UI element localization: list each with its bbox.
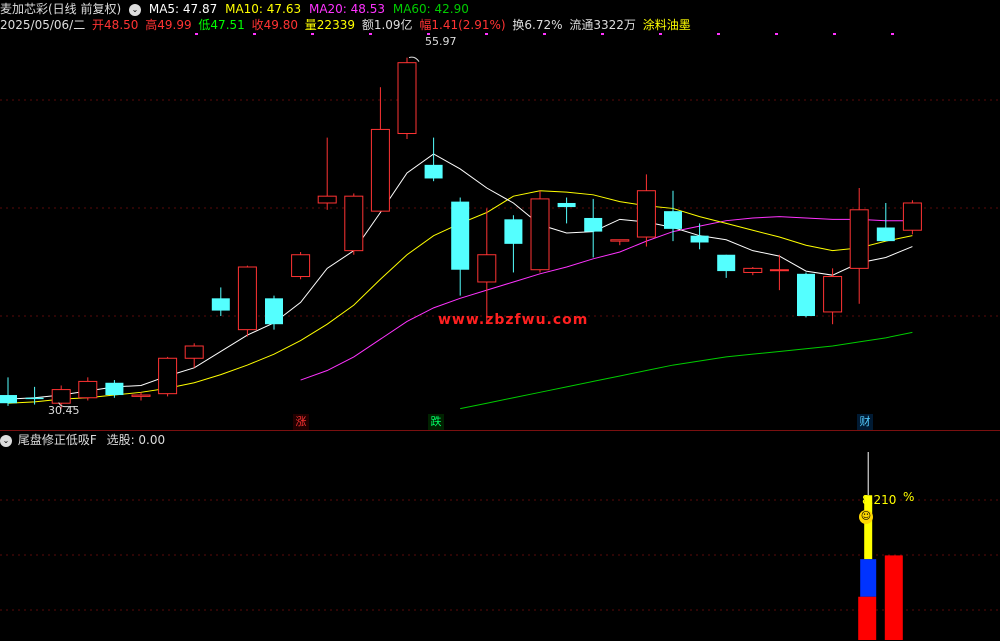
candle-body	[211, 298, 230, 311]
candle-body	[530, 198, 550, 271]
marker-dot	[195, 33, 198, 35]
peak-arrow	[408, 56, 420, 62]
marker-dot	[601, 33, 604, 35]
candle-body	[902, 202, 922, 231]
event-fall-badge[interactable]: 跌	[428, 414, 444, 430]
candle-body	[451, 201, 470, 270]
candle-body	[424, 164, 443, 179]
marker-dot	[833, 33, 836, 35]
ma20-line	[300, 216, 913, 381]
candle-body	[610, 239, 630, 242]
marker-dot	[775, 33, 778, 35]
marker-dot	[369, 33, 372, 35]
candle-body	[344, 195, 364, 252]
candle-body	[664, 211, 682, 229]
event-fin-badge[interactable]: 财	[857, 414, 873, 430]
candle-body	[397, 62, 417, 135]
marker-dot	[659, 33, 662, 35]
candle-body	[51, 389, 71, 404]
indicator-selected: 选股: 0.00	[106, 433, 166, 447]
candle-body	[265, 298, 283, 325]
marker-dot	[891, 33, 894, 35]
candle-body	[876, 227, 895, 242]
candle-body	[797, 273, 815, 317]
candle-body	[131, 394, 151, 397]
indicator-bar-red	[884, 555, 903, 640]
marker-dot	[253, 33, 256, 35]
candle-body	[158, 357, 178, 395]
candle-body	[690, 235, 709, 243]
trough-label: 30.45	[48, 404, 80, 417]
indicator-bar-red	[858, 596, 877, 640]
indicator-title: 尾盘修正低吸F	[17, 433, 97, 447]
candle-body	[849, 209, 869, 269]
marker-dot	[485, 33, 488, 35]
indicator-settings-icon[interactable]: ⌄	[0, 434, 12, 447]
candle-body	[0, 395, 17, 404]
candle-body	[717, 254, 736, 272]
candle-body	[291, 254, 311, 278]
candle-body	[317, 195, 337, 204]
marker-dot	[543, 33, 546, 35]
indicator-header: ⌄ 尾盘修正低吸F 选股: 0.00	[0, 431, 1000, 449]
candle-body	[743, 267, 763, 273]
watermark-text: www.zbzfwu.com	[438, 312, 589, 328]
candle-body	[477, 254, 497, 283]
candle-body	[769, 269, 789, 272]
candle-body	[370, 128, 390, 212]
candle-body	[584, 217, 603, 232]
ma60-line	[460, 331, 913, 410]
marker-dot	[717, 33, 720, 35]
peak-label: 55.97	[425, 35, 457, 48]
candle-body	[105, 382, 124, 396]
candle-body	[184, 345, 204, 359]
smiley-icon: ☺	[859, 510, 873, 524]
candle-body	[823, 276, 843, 313]
candle-body	[557, 202, 576, 208]
candle-body	[504, 219, 523, 244]
event-rise-badge[interactable]: 涨	[293, 414, 309, 430]
marker-dot	[311, 33, 314, 35]
candle-body	[636, 190, 656, 238]
indicator-value: 8.210	[862, 493, 897, 507]
candle-body	[237, 266, 257, 331]
candle-body	[78, 380, 98, 399]
indicator-percent: %	[903, 490, 915, 504]
indicator-bar-blue	[860, 559, 877, 597]
candle-body	[25, 397, 44, 400]
